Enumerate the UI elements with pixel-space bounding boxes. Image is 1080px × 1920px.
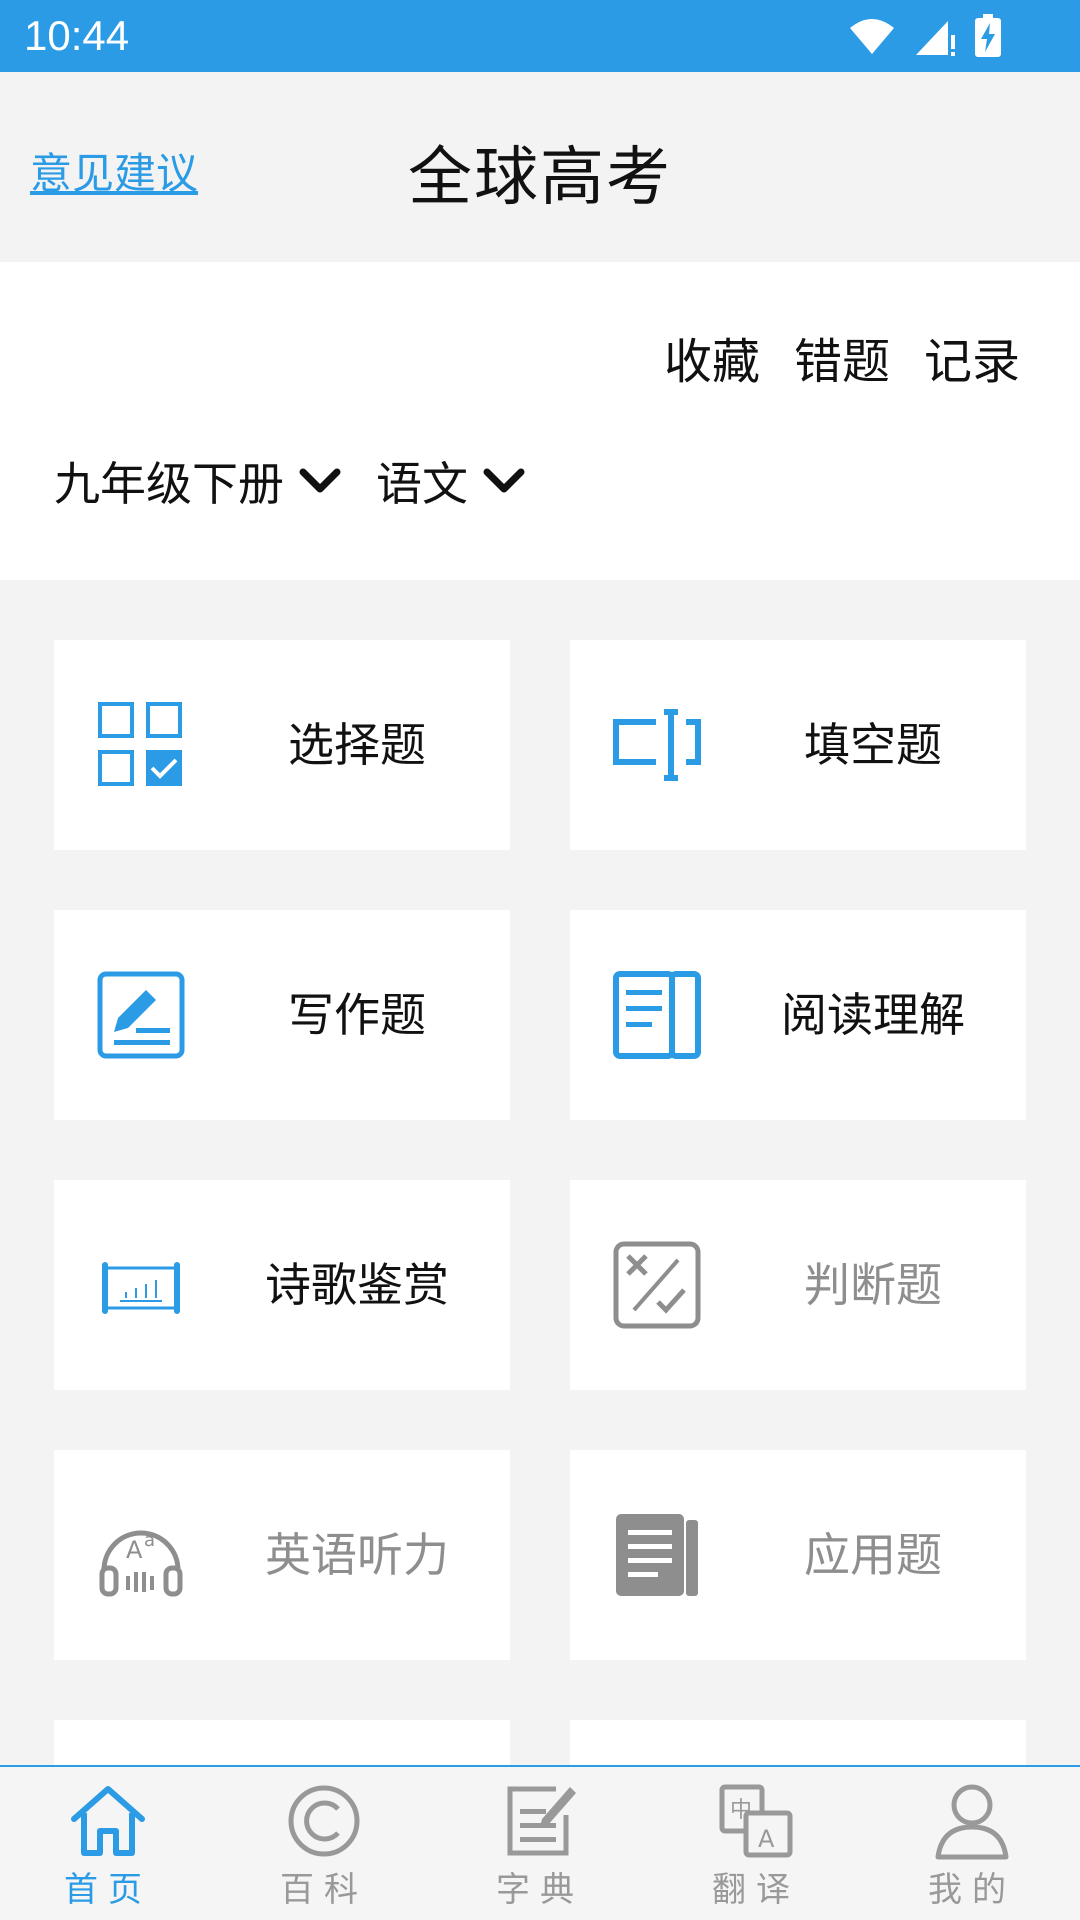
tab-label: 首页 [64, 1870, 152, 1910]
grade-label: 九年级下册 [54, 457, 284, 511]
status-icons [848, 14, 1002, 58]
tab-label: 字典 [496, 1870, 584, 1910]
document-icon [616, 1514, 698, 1596]
multiple-choice-icon [98, 702, 182, 786]
dictionary-icon [507, 1786, 576, 1856]
copyright-icon [288, 1785, 360, 1857]
favorites-link[interactable]: 收藏 [664, 322, 760, 392]
card-label: 阅读理解 [781, 988, 965, 1042]
tab-label: 翻译 [712, 1870, 800, 1910]
true-false-icon [613, 1241, 701, 1329]
svg-text:A: A [126, 1536, 143, 1564]
signal-icon [916, 21, 955, 56]
selectors: 九年级下册 语文 [54, 448, 526, 514]
filter-panel: 收藏 错题 记录 九年级下册 语文 [0, 262, 1080, 580]
user-icon [935, 1784, 1009, 1860]
fill-blank-icon [613, 709, 701, 781]
reading-icon [613, 971, 701, 1059]
tab-mine[interactable]: 我的 [864, 1767, 1080, 1920]
bottom-tab-bar: 首页 百科 字典 中 A 翻译 我的 [0, 1765, 1080, 1920]
card-multiple-choice[interactable]: 选择题 [54, 640, 510, 850]
app-header: 意见建议 全球高考 [0, 72, 1080, 260]
battery-charging-icon [975, 14, 1001, 57]
tab-label: 百科 [280, 1870, 368, 1910]
tab-dictionary[interactable]: 字典 [432, 1767, 648, 1920]
headphones-icon: A a [99, 1530, 183, 1597]
card-writing[interactable]: 写作题 [54, 910, 510, 1120]
svg-text:A: A [758, 1825, 775, 1853]
status-time: 10:44 [24, 12, 130, 59]
tab-translate[interactable]: 中 A 翻译 [648, 1767, 864, 1920]
tab-home[interactable]: 首页 [0, 1767, 216, 1920]
scroll-icon [102, 1262, 180, 1314]
card-listening[interactable]: A a 英语听力 [54, 1450, 510, 1660]
wifi-icon [850, 19, 894, 54]
card-poetry[interactable]: 诗歌鉴赏 [54, 1180, 510, 1390]
card-reading[interactable]: 阅读理解 [570, 910, 1026, 1120]
card-label: 填空题 [804, 718, 942, 772]
card-label: 英语听力 [265, 1528, 449, 1582]
subject-label: 语文 [376, 457, 468, 511]
card-fill-blank[interactable]: 填空题 [570, 640, 1026, 850]
chevron-down-icon [299, 468, 341, 493]
svg-text:a: a [144, 1530, 155, 1551]
subject-dropdown[interactable]: 语文 [376, 448, 526, 514]
card-application[interactable]: 应用题 [570, 1450, 1026, 1660]
card-label: 写作题 [288, 988, 426, 1042]
card-label: 判断题 [804, 1258, 942, 1312]
wrong-questions-link[interactable]: 错题 [794, 322, 890, 392]
status-bar: 10:44 [0, 0, 1080, 72]
card-true-false[interactable]: 判断题 [570, 1180, 1026, 1390]
svg-text:中: 中 [730, 1798, 752, 1823]
grade-dropdown[interactable]: 九年级下册 [54, 448, 342, 514]
tab-encyclopedia[interactable]: 百科 [216, 1767, 432, 1920]
card-label: 诗歌鉴赏 [265, 1258, 449, 1312]
chevron-down-icon [483, 468, 525, 493]
card-label: 选择题 [288, 718, 426, 772]
writing-icon [97, 971, 185, 1059]
home-icon [71, 1786, 145, 1856]
tab-label: 我的 [928, 1870, 1016, 1910]
card-label: 应用题 [804, 1528, 942, 1582]
quick-links: 收藏 错题 记录 [664, 322, 1020, 392]
translate-icon: 中 A [719, 1784, 793, 1858]
page-title: 全球高考 [408, 141, 672, 215]
history-link[interactable]: 记录 [924, 322, 1020, 392]
